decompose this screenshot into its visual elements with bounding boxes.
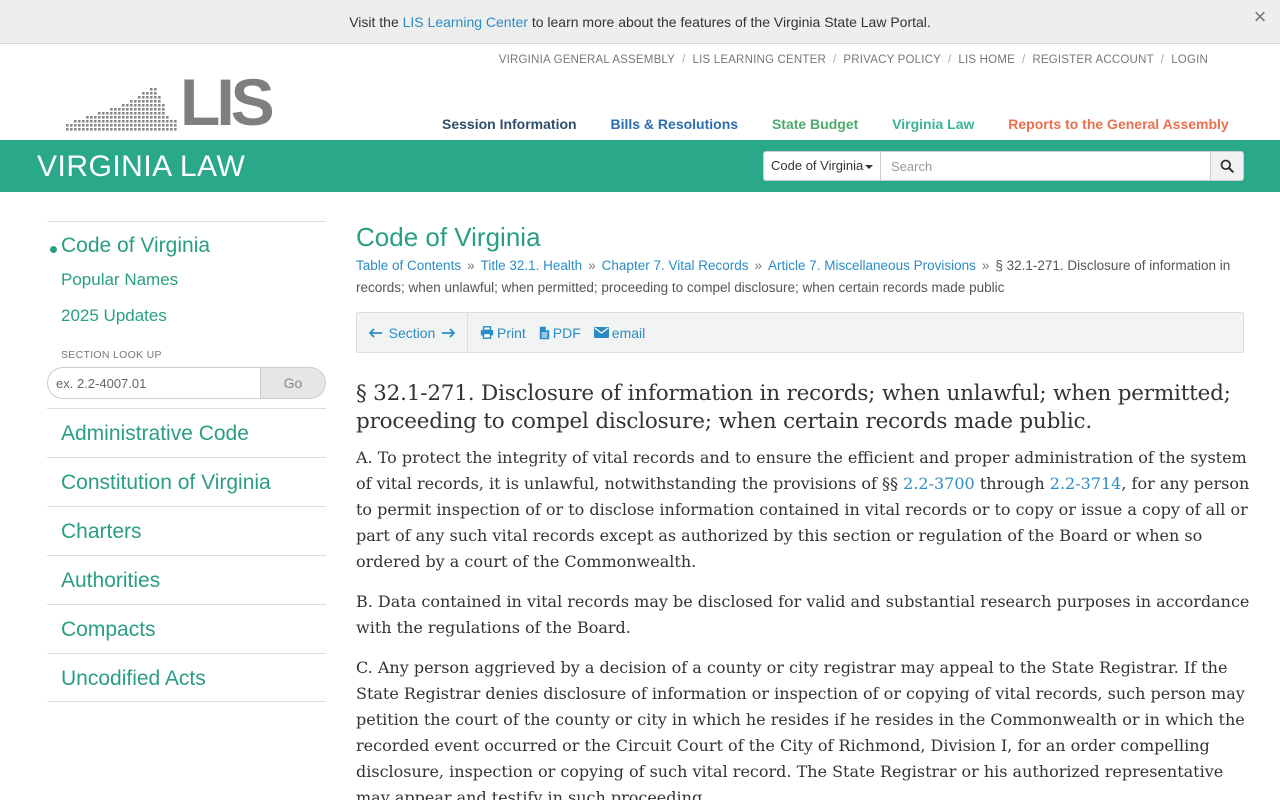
active-bullet-icon [50, 246, 57, 253]
lis-logo[interactable]: LIS [64, 69, 275, 135]
section-toolbar: Section Print PDF email [356, 312, 1244, 353]
util-link-learning-center[interactable]: LIS LEARNING CENTER [692, 54, 826, 66]
breadcrumb-separator: » [467, 258, 475, 273]
util-link-login[interactable]: LOGIN [1171, 54, 1208, 66]
nav-virginia-law[interactable]: Virginia Law [892, 116, 974, 132]
close-icon[interactable]: × [1248, 0, 1272, 36]
print-label: Print [497, 324, 526, 341]
sidebar-subitem-2025-updates[interactable]: 2025 Updates [47, 306, 326, 326]
paragraph-c: C. Any person aggrieved by a decision of… [356, 658, 1245, 800]
statute-link-2-2-3700[interactable]: 2.2-3700 [903, 474, 975, 493]
sidebar-item-authorities[interactable]: Authorities [47, 555, 326, 604]
breadcrumb-table-of-contents[interactable]: Table of Contents [356, 258, 461, 273]
breadcrumb-separator: » [754, 258, 763, 273]
section-header-title: VIRGINIA LAW [37, 150, 246, 183]
email-button[interactable]: email [593, 324, 646, 341]
email-label: email [611, 324, 646, 341]
search-input[interactable] [881, 151, 1211, 181]
section-lookup-go-button[interactable]: Go [261, 367, 326, 399]
main-content: Code of Virginia Table of Contents » Title… [356, 221, 1256, 800]
virginia-map-icon [66, 88, 177, 131]
paragraph-b: B. Data contained in vital records may b… [356, 592, 1250, 637]
breadcrumb: Table of Contents » Title 32.1. Health » Cha… [356, 255, 1256, 299]
page-title: Code of Virginia [356, 222, 541, 252]
separator: / [1021, 54, 1026, 66]
print-button[interactable]: Print [480, 325, 526, 341]
search-bar: Code of Virginia [763, 151, 1244, 181]
section-heading: § 32.1-271. Disclosure of information in… [356, 381, 1231, 434]
util-link-general-assembly[interactable]: VIRGINIA GENERAL ASSEMBLY [499, 54, 675, 66]
sidebar-subitem-popular-names[interactable]: Popular Names [47, 270, 326, 290]
pdf-label: PDF [552, 324, 581, 341]
nav-session-information[interactable]: Session Information [442, 116, 577, 132]
envelope-icon [593, 327, 609, 338]
section-lookup-label: SECTION LOOK UP [61, 349, 162, 361]
statute-link-2-2-3714[interactable]: 2.2-3714 [1050, 474, 1122, 493]
banner-prefix: Visit the [349, 14, 399, 30]
nav-reports[interactable]: Reports to the General Assembly [1008, 116, 1228, 132]
sidebar-item-administrative-code[interactable]: Administrative Code [47, 408, 326, 457]
search-icon [1220, 159, 1234, 173]
util-link-privacy-policy[interactable]: PRIVACY POLICY [843, 54, 941, 66]
separator: / [1160, 54, 1165, 66]
sidebar-item-compacts[interactable]: Compacts [47, 604, 326, 653]
section-lookup-input[interactable] [47, 367, 261, 399]
sidebar: Code of Virginia Popular Names 2025 Upda… [47, 221, 326, 702]
lis-learning-center-link[interactable]: LIS Learning Center [403, 14, 528, 30]
separator: / [682, 54, 686, 66]
paragraph-a-text: through [979, 474, 1045, 493]
breadcrumb-title[interactable]: Title 32.1. Health [481, 258, 583, 273]
breadcrumb-article[interactable]: Article 7. Miscellaneous Provisions [768, 258, 976, 273]
section-nav: Section [357, 313, 468, 352]
section-header-band: VIRGINIA LAW Code of Virginia [0, 140, 1280, 192]
sidebar-item-label: Code of Virginia [61, 234, 211, 257]
separator: / [833, 54, 837, 66]
caret-down-icon [865, 164, 874, 169]
print-icon [480, 326, 494, 339]
nav-bills-resolutions[interactable]: Bills & Resolutions [610, 116, 738, 132]
nav-state-budget[interactable]: State Budget [772, 116, 858, 132]
sidebar-item-constitution[interactable]: Constitution of Virginia [47, 457, 326, 506]
announcement-banner: Visit the LIS Learning Center to learn m… [0, 0, 1280, 44]
utility-nav: VIRGINIA GENERAL ASSEMBLY / LIS LEARNING C… [499, 54, 1208, 66]
previous-section-arrow-icon[interactable] [368, 327, 383, 338]
file-icon [539, 326, 549, 339]
logo-text: LIS [180, 65, 275, 139]
breadcrumb-separator: » [981, 258, 990, 273]
search-scope-label: Code of Virginia [771, 158, 864, 173]
breadcrumb-chapter[interactable]: Chapter 7. Vital Records [602, 258, 749, 273]
util-link-lis-home[interactable]: LIS HOME [958, 54, 1015, 66]
breadcrumb-separator: » [588, 258, 596, 273]
pdf-button[interactable]: PDF [539, 325, 581, 341]
separator: / [948, 54, 952, 66]
next-section-arrow-icon[interactable] [441, 327, 456, 338]
banner-suffix: to learn more about the features of the … [531, 14, 931, 30]
section-nav-label: Section [388, 324, 436, 341]
util-link-register[interactable]: REGISTER ACCOUNT [1032, 54, 1153, 66]
paragraph-a: A. To protect the integrity of vital rec… [356, 445, 1256, 575]
search-button[interactable] [1211, 151, 1244, 181]
main-nav: Session Information Bills & Resolutions … [442, 116, 1259, 132]
sidebar-item-code-of-virginia[interactable]: Code of Virginia [47, 222, 326, 258]
search-scope-dropdown[interactable]: Code of Virginia [763, 151, 881, 181]
section-lookup: Go [47, 367, 326, 399]
sidebar-item-uncodified-acts[interactable]: Uncodified Acts [47, 653, 326, 702]
sidebar-item-charters[interactable]: Charters [47, 506, 326, 555]
